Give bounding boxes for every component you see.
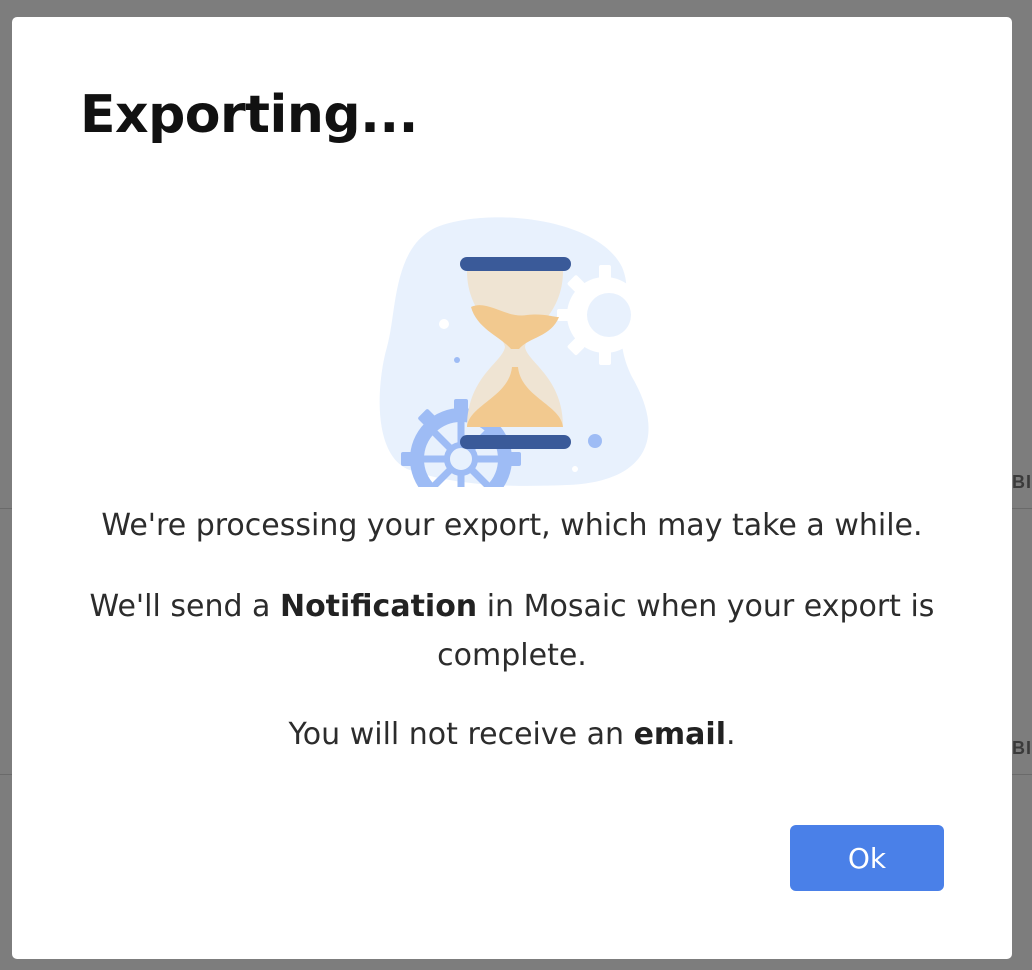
dialog-title: Exporting... [80,85,418,145]
notification-message: We'll send a Notification in Mosaic when… [72,582,952,680]
hourglass-icon [379,217,649,487]
notification-message-suffix: in Mosaic when your export is complete. [437,589,935,673]
email-message-suffix: . [725,717,736,752]
export-dialog: Exporting... We're processing your expor… [12,17,1012,959]
notification-message-prefix: We'll send a [89,589,280,624]
email-message: You will not receive an email. [72,710,952,759]
email-message-prefix: You will not receive an [288,717,634,752]
ok-button[interactable]: Ok [790,825,944,891]
notification-keyword: Notification [279,589,478,624]
background-column-text: BIL [1012,738,1032,758]
background-column-text: BIL [1012,472,1032,492]
processing-message: We're processing your export, which may … [101,508,923,543]
email-keyword: email [633,717,726,752]
